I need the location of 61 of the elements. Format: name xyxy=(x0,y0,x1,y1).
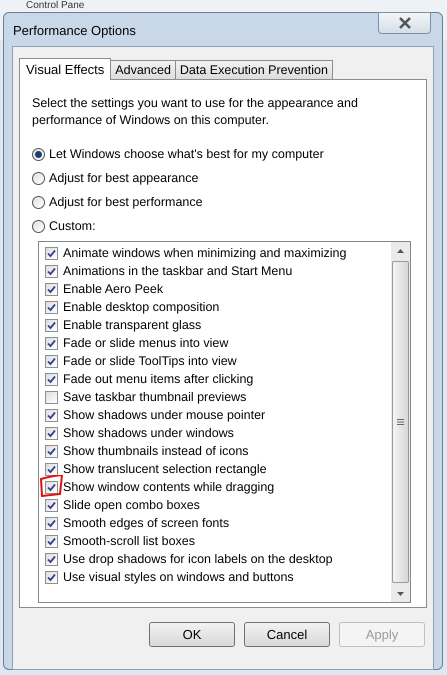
radio-label[interactable]: Let Windows choose what's best for my computer xyxy=(49,144,324,164)
checkbox[interactable] xyxy=(45,462,58,476)
checkbox[interactable] xyxy=(45,552,58,566)
checkbox[interactable] xyxy=(45,480,58,494)
checkbox[interactable] xyxy=(45,534,58,548)
checkbox[interactable] xyxy=(45,372,58,386)
checkbox[interactable] xyxy=(45,354,58,368)
checkbox[interactable] xyxy=(45,336,58,350)
close-icon xyxy=(398,17,412,29)
checkbox-label[interactable]: Use visual styles on windows and buttons xyxy=(63,568,294,586)
description: Select the settings you want to use for the appearance and performance of Windows on this computer. xyxy=(32,95,359,129)
dialog-button[interactable]: Cancel xyxy=(244,622,330,647)
radio-button[interactable] xyxy=(32,196,45,208)
radio-button[interactable] xyxy=(32,220,45,232)
checkbox-label[interactable]: Show translucent selection rectangle xyxy=(63,460,267,478)
window-title: Control Pane xyxy=(26,0,84,12)
scrollbar[interactable] xyxy=(391,242,410,602)
tab[interactable]: Visual Effects xyxy=(19,58,112,80)
checkbox-label[interactable]: Smooth-scroll list boxes xyxy=(63,532,195,550)
close-button[interactable] xyxy=(378,12,431,34)
checkbox-label[interactable]: Fade or slide menus into view xyxy=(63,334,228,352)
checkbox-label[interactable]: Save taskbar thumbnail previews xyxy=(63,388,246,406)
radio-button[interactable] xyxy=(32,148,45,160)
radio-button[interactable] xyxy=(32,172,45,184)
checkbox-label[interactable]: Slide open combo boxes xyxy=(63,496,200,514)
checkbox-label[interactable]: Animate windows when minimizing and maximizing xyxy=(63,244,346,262)
radio-label[interactable]: Adjust for best performance xyxy=(49,192,203,212)
checkbox[interactable] xyxy=(45,426,58,440)
checkbox[interactable] xyxy=(45,264,58,278)
checkbox-label[interactable]: Use drop shadows for icon labels on the desktop xyxy=(63,550,333,568)
checkbox-label[interactable]: Enable Aero Peek xyxy=(63,280,164,298)
radio-label[interactable]: Adjust for best appearance xyxy=(49,168,198,188)
checkbox[interactable] xyxy=(45,246,58,260)
window-title: Performance Options xyxy=(13,22,136,40)
tab[interactable]: Data Execution Prevention xyxy=(174,60,333,79)
checkbox-label[interactable]: Animations in the taskbar and Start Menu xyxy=(63,262,292,280)
checkbox[interactable] xyxy=(45,516,58,530)
checkbox-label[interactable]: Fade out menu items after clicking xyxy=(63,370,254,388)
checkbox[interactable] xyxy=(45,300,58,314)
radio-label[interactable]: Custom: xyxy=(49,216,96,236)
scrollbar-thumb[interactable] xyxy=(392,261,409,583)
checkbox-label[interactable]: Fade or slide ToolTips into view xyxy=(63,352,237,370)
checkbox[interactable] xyxy=(45,498,58,512)
checkbox[interactable] xyxy=(45,390,58,404)
checkbox-label[interactable]: Show window contents while dragging xyxy=(63,478,274,496)
checkbox-label[interactable]: Show shadows under mouse pointer xyxy=(63,406,266,424)
scroll-down-icon xyxy=(397,592,404,596)
checkbox[interactable] xyxy=(45,282,58,296)
checkbox[interactable] xyxy=(45,318,58,332)
checkbox-label[interactable]: Show thumbnails instead of icons xyxy=(63,442,249,460)
checkbox-label[interactable]: Enable transparent glass xyxy=(63,316,202,334)
tab[interactable]: Advanced xyxy=(110,60,176,79)
checkbox[interactable] xyxy=(45,570,58,584)
dialog-button[interactable]: OK xyxy=(149,622,235,647)
checkbox[interactable] xyxy=(45,444,58,458)
checkbox-label[interactable]: Smooth edges of screen fonts xyxy=(63,514,230,532)
checkbox-label[interactable]: Enable desktop composition xyxy=(63,298,220,316)
scroll-up-icon xyxy=(397,248,404,252)
grip-icon xyxy=(397,419,404,425)
checkbox-label[interactable]: Show shadows under windows xyxy=(63,424,234,442)
checkbox[interactable] xyxy=(45,408,58,422)
